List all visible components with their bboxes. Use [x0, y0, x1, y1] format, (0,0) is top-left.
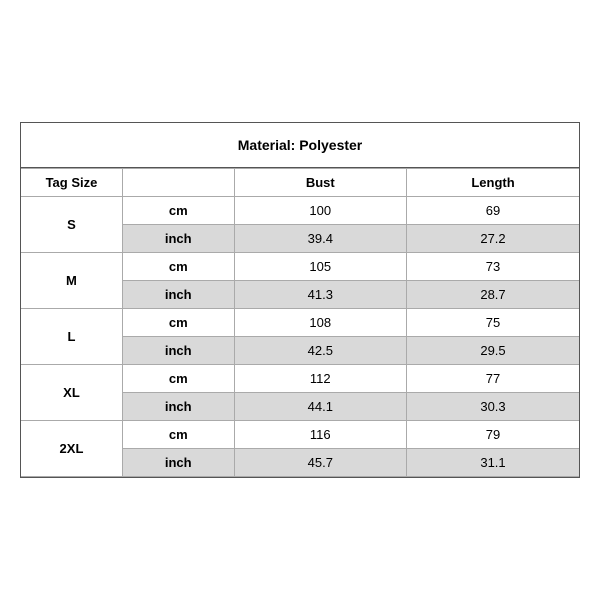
- unit-cm: cm: [122, 309, 234, 337]
- unit-inch: inch: [122, 281, 234, 309]
- table-row: Mcm10573: [21, 253, 579, 281]
- bust-inch: 45.7: [234, 449, 406, 477]
- length-cm: 75: [407, 309, 579, 337]
- header-tag-size: Tag Size: [21, 169, 122, 197]
- unit-cm: cm: [122, 421, 234, 449]
- header-length: Length: [407, 169, 579, 197]
- tag-size-cell: S: [21, 197, 122, 253]
- unit-inch: inch: [122, 449, 234, 477]
- table-row: Lcm10875: [21, 309, 579, 337]
- header-bust: Bust: [234, 169, 406, 197]
- bust-cm: 108: [234, 309, 406, 337]
- length-cm: 79: [407, 421, 579, 449]
- table-row: 2XLcm11679: [21, 421, 579, 449]
- header-unit: [122, 169, 234, 197]
- bust-inch: 39.4: [234, 225, 406, 253]
- size-table: Tag Size Bust Length Scm10069inch39.427.…: [21, 168, 579, 477]
- bust-cm: 112: [234, 365, 406, 393]
- unit-cm: cm: [122, 253, 234, 281]
- bust-inch: 41.3: [234, 281, 406, 309]
- length-cm: 77: [407, 365, 579, 393]
- unit-inch: inch: [122, 337, 234, 365]
- unit-cm: cm: [122, 365, 234, 393]
- unit-cm: cm: [122, 197, 234, 225]
- length-inch: 28.7: [407, 281, 579, 309]
- table-row: XLcm11277: [21, 365, 579, 393]
- bust-cm: 100: [234, 197, 406, 225]
- tag-size-cell: L: [21, 309, 122, 365]
- length-inch: 29.5: [407, 337, 579, 365]
- tag-size-cell: 2XL: [21, 421, 122, 477]
- length-inch: 30.3: [407, 393, 579, 421]
- unit-inch: inch: [122, 393, 234, 421]
- bust-inch: 44.1: [234, 393, 406, 421]
- table-header-row: Tag Size Bust Length: [21, 169, 579, 197]
- tag-size-cell: M: [21, 253, 122, 309]
- unit-inch: inch: [122, 225, 234, 253]
- bust-cm: 105: [234, 253, 406, 281]
- table-row: Scm10069: [21, 197, 579, 225]
- size-chart-container: Material: Polyester Tag Size Bust Length…: [20, 122, 580, 478]
- length-cm: 69: [407, 197, 579, 225]
- bust-cm: 116: [234, 421, 406, 449]
- length-inch: 31.1: [407, 449, 579, 477]
- chart-title: Material: Polyester: [21, 123, 579, 168]
- bust-inch: 42.5: [234, 337, 406, 365]
- tag-size-cell: XL: [21, 365, 122, 421]
- length-cm: 73: [407, 253, 579, 281]
- length-inch: 27.2: [407, 225, 579, 253]
